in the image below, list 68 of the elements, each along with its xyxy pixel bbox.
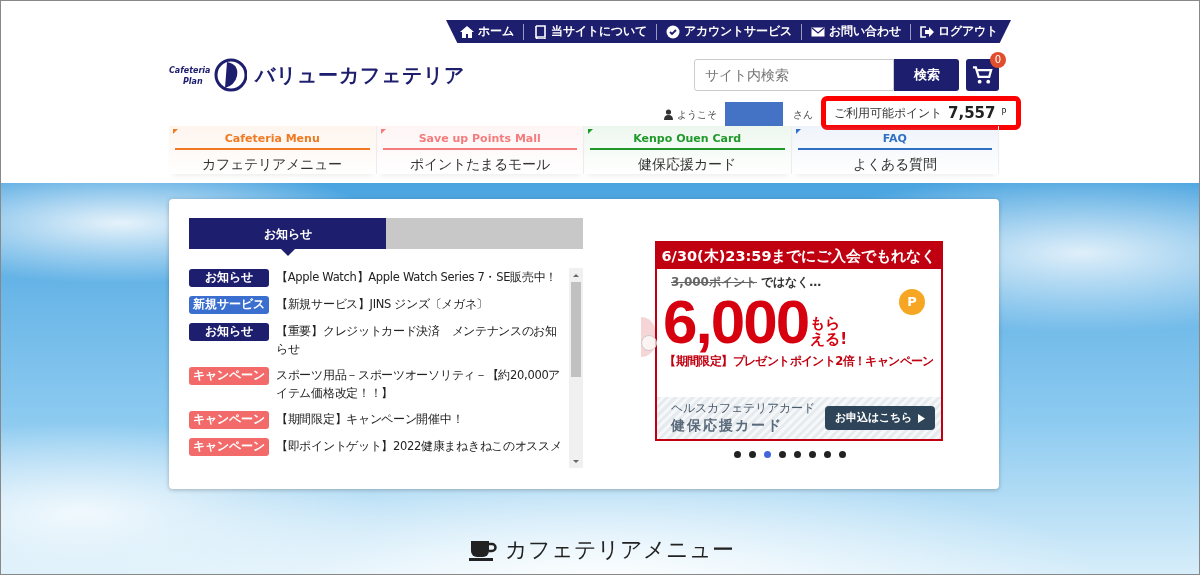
carousel-dot[interactable]	[779, 451, 786, 458]
category-tag: お知らせ	[189, 323, 269, 341]
play-arrow-icon	[918, 413, 925, 423]
user-icon	[664, 108, 673, 120]
home-icon	[459, 24, 474, 39]
banner-campaign-text: 【期間限定】プレゼントポイント2倍！キャンペーン	[663, 353, 935, 370]
honorific-text: さん	[793, 107, 813, 122]
category-english-label: FAQ	[881, 131, 908, 147]
logout-icon	[919, 24, 934, 39]
search-button[interactable]: 検索	[894, 59, 959, 91]
site-title: バリューカフェテリア	[255, 62, 465, 89]
category-label: ポイントたまるモール	[408, 155, 551, 174]
carousel-dot[interactable]	[749, 451, 756, 458]
category-tag: キャンペーン	[189, 411, 269, 429]
nav-link[interactable]: ログアウト	[910, 22, 1007, 41]
news-link[interactable]: 【期間限定】キャンペーン開催中！	[276, 410, 464, 428]
banner-points-number: 6,000	[663, 291, 809, 353]
cart-count-badge: 0	[990, 52, 1006, 68]
logo-mark: Cafeteria Plan	[169, 55, 247, 95]
news-link[interactable]: 【即ポイントゲット】2022健康まねきねこのオススメ	[276, 437, 562, 455]
points-label: ご利用可能ポイント	[834, 105, 942, 122]
category-tab[interactable]: Cafeteria Menu カフェテリアメニュー	[169, 126, 377, 174]
point-coin-icon: P	[899, 289, 925, 315]
welcome-text: ようこそ	[677, 107, 717, 122]
category-tag: キャンペーン	[189, 367, 269, 385]
redacted-name-block	[725, 102, 783, 126]
checkmark-icon	[665, 24, 680, 39]
banner-headline: 6/30(木)23:59までにご入会でもれなく	[657, 243, 941, 269]
news-link[interactable]: スポーツ用品－スポーツオーソリティ－【約20,000アイテム価格改定！！】	[276, 366, 567, 402]
nav-link[interactable]: お問い合わせ	[801, 22, 910, 41]
banner-comparison-text: 3,000ポイント ではなく…	[670, 274, 823, 291]
category-tag: キャンペーン	[189, 438, 269, 456]
apply-button[interactable]: お申込はこちら	[825, 405, 935, 431]
carousel-dot[interactable]	[764, 451, 771, 458]
tab-pointer	[280, 249, 295, 256]
carousel-dot[interactable]	[809, 451, 816, 458]
carousel-dot[interactable]	[824, 451, 831, 458]
points-value: 7,557	[948, 102, 996, 124]
search-field[interactable]: サイト内検索	[694, 59, 894, 91]
category-tab[interactable]: Save up Points Mall ポイントたまるモール	[376, 126, 584, 174]
category-tab[interactable]: FAQ よくある質問	[791, 126, 999, 174]
news-link[interactable]: 【重要】クレジットカード決済 メンテナンスのお知らせ	[276, 322, 567, 358]
category-tab[interactable]: Kenpo Ouen Card 健保応援カード	[584, 126, 792, 174]
coffee-cup-icon	[468, 538, 497, 561]
category-english-label: Kenpo Ouen Card	[632, 131, 743, 147]
news-link[interactable]: 【Apple Watch】Apple Watch Series 7・SE販売中！	[276, 268, 557, 286]
category-english-label: Cafeteria Menu	[223, 131, 321, 147]
nav-link[interactable]: ホーム	[450, 22, 523, 41]
carousel-dot[interactable]	[794, 451, 801, 458]
news-link[interactable]: 【新規サービス】JINS ジンズ〔メガネ〕	[276, 295, 489, 313]
category-tag: 新規サービス	[189, 296, 269, 314]
category-label: カフェテリアメニュー	[201, 155, 344, 174]
carousel-dot[interactable]	[734, 451, 741, 458]
scrollbar[interactable]	[569, 268, 583, 468]
carousel-dot[interactable]	[839, 451, 846, 458]
nav-link[interactable]: 当サイトについて	[523, 22, 656, 41]
category-label: よくある質問	[851, 155, 938, 174]
nav-link[interactable]: アカウントサービス	[656, 22, 801, 41]
section-heading: カフェテリアメニュー	[504, 536, 734, 564]
category-label: 健保応援カード	[637, 155, 738, 174]
card-subtitle: ヘルスカフェテリアカード	[671, 400, 815, 415]
card-name: 健保応援カード	[671, 415, 784, 435]
book-icon	[532, 24, 547, 39]
banner-get-text: もら える!	[810, 315, 847, 347]
points-unit: P	[1001, 107, 1007, 119]
category-english-label: Save up Points Mall	[417, 131, 542, 147]
cart-icon	[972, 65, 993, 85]
category-tag: お知らせ	[189, 269, 269, 287]
